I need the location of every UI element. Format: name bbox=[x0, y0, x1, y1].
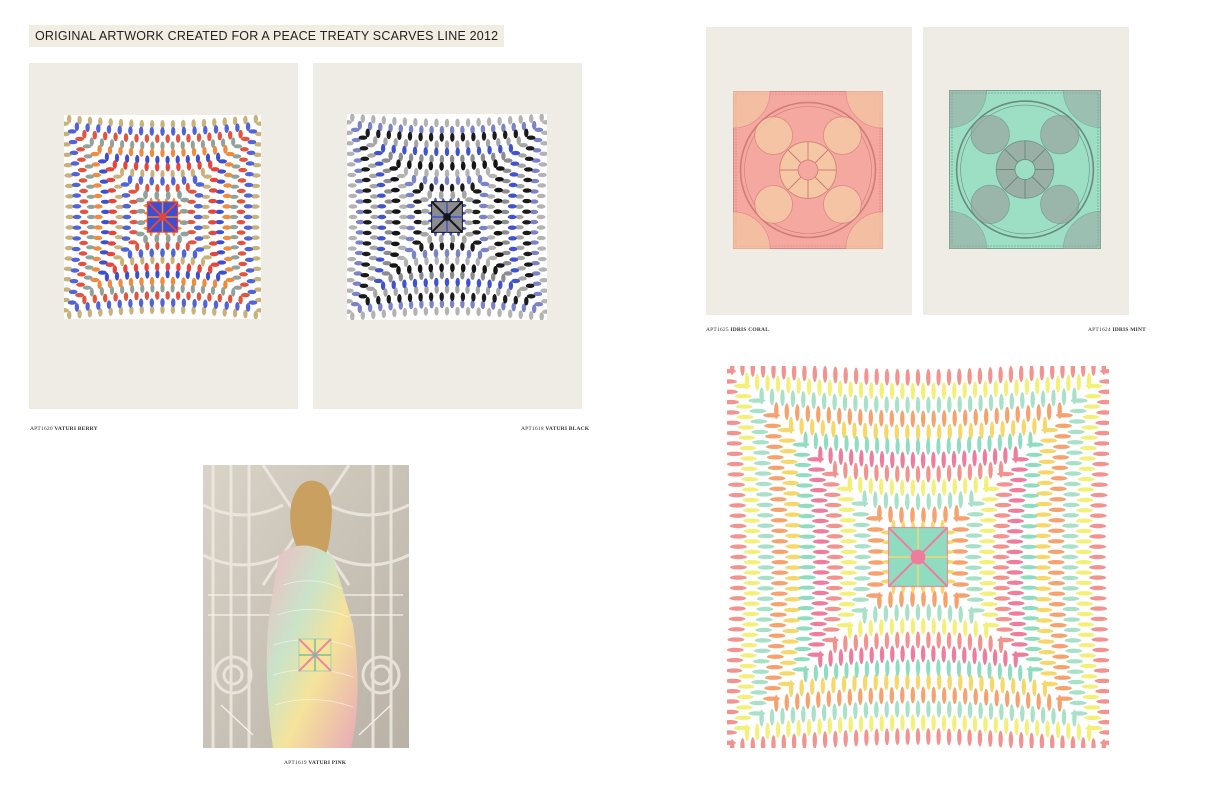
vaturi-black-panel bbox=[313, 63, 582, 409]
idris-mint-scarf bbox=[949, 90, 1101, 249]
caption-vaturi-black: APT1618 VATURI BLACK bbox=[521, 426, 590, 432]
idris-coral-scarf bbox=[733, 91, 883, 249]
idris-coral-panel bbox=[706, 27, 912, 315]
page-heading: ORIGINAL ARTWORK CREATED FOR A PEACE TRE… bbox=[29, 25, 505, 47]
caption-idris-coral: APT1625 IDRIS CORAL bbox=[706, 327, 770, 333]
vaturi-berry-panel bbox=[29, 63, 298, 409]
caption-vaturi-pink: APT1619 VATURI PINK bbox=[284, 760, 347, 766]
vaturi-pink-large-scarf bbox=[727, 366, 1109, 748]
vaturi-pink-large-scarf-wrap bbox=[727, 366, 1109, 748]
model-photo bbox=[203, 465, 409, 748]
vaturi-berry-scarf bbox=[64, 115, 261, 319]
idris-mint-panel bbox=[923, 27, 1129, 315]
vaturi-black-scarf bbox=[347, 114, 547, 320]
model-photo-illustration bbox=[203, 465, 409, 748]
caption-idris-mint: APT1624 IDRIS MINT bbox=[1088, 327, 1147, 333]
caption-vaturi-berry: APT1620 VATURI BERRY bbox=[30, 426, 98, 432]
